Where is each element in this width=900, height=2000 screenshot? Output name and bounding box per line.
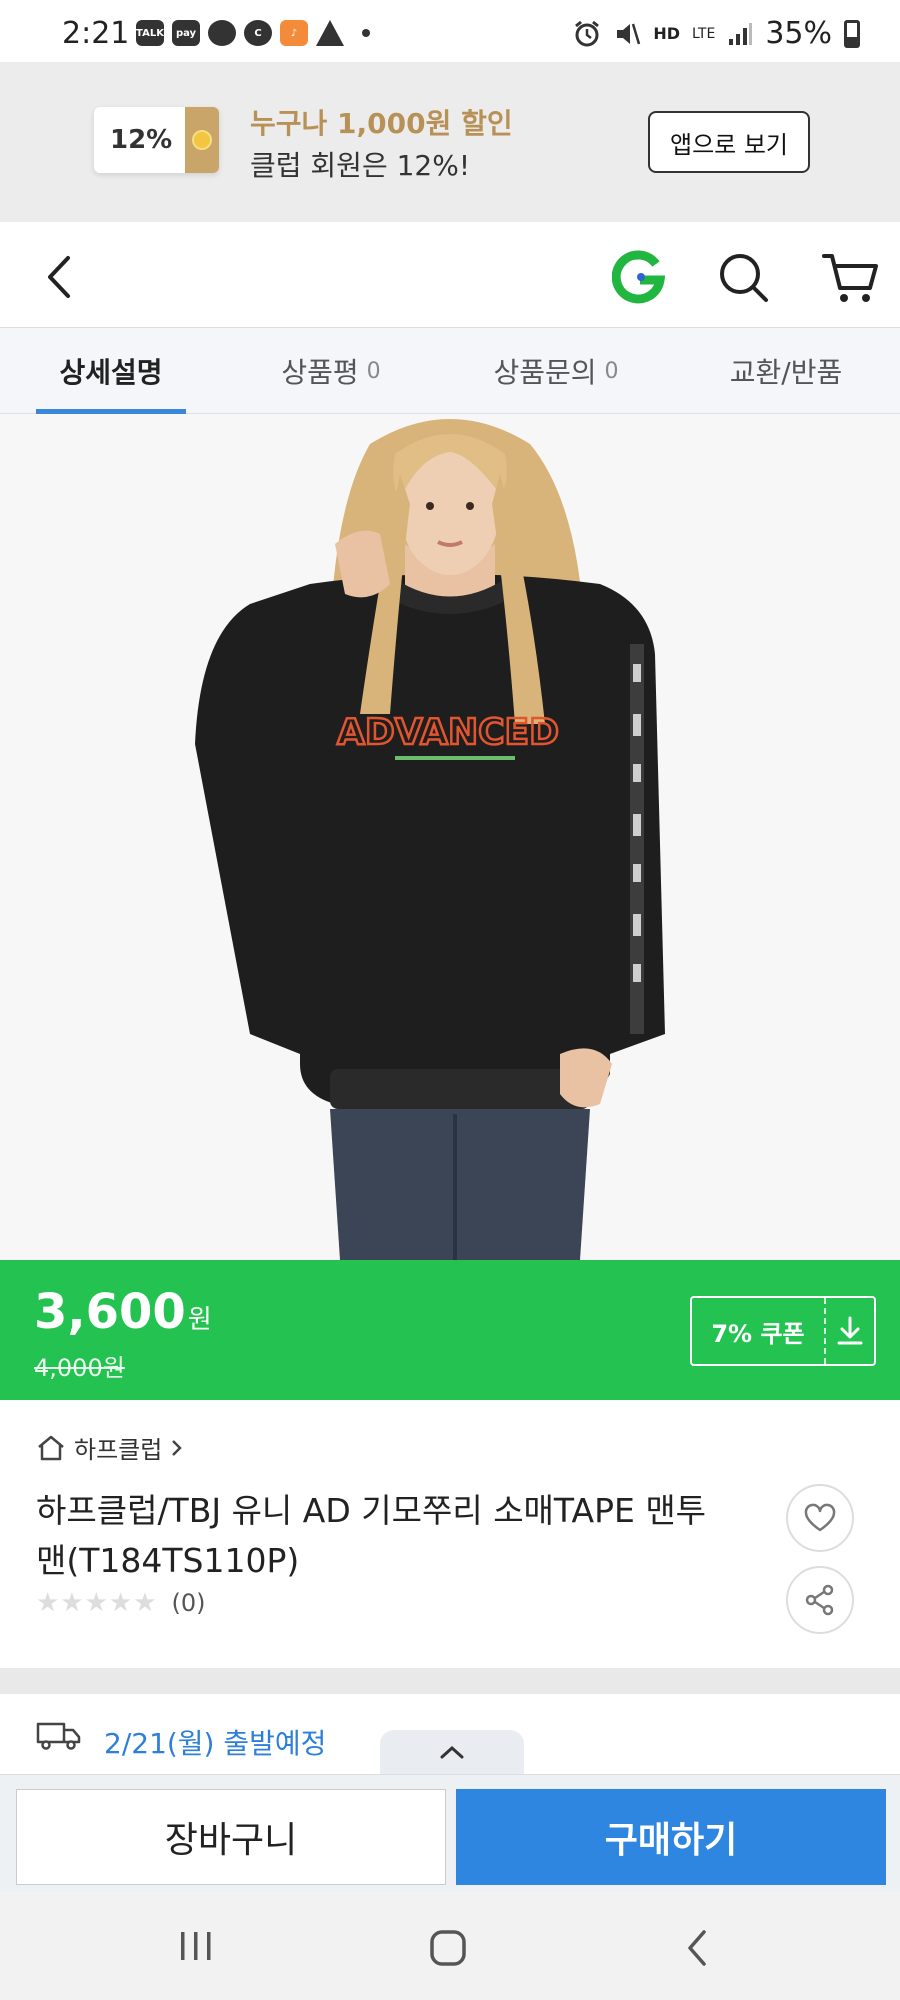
club-badge-percent: 12% <box>110 125 173 155</box>
heart-icon <box>804 1503 836 1532</box>
price-bar: 3,600원 4,000원 7% 쿠폰 <box>0 1260 900 1400</box>
cart-icon[interactable] <box>822 250 878 306</box>
product-tabs: 상세설명 상품평 0 상품문의 0 교환/반품 <box>0 328 900 414</box>
collapse-toggle[interactable] <box>380 1730 524 1774</box>
chevron-right-icon <box>172 1439 183 1456</box>
coin-icon <box>185 107 219 173</box>
tab-exchange-return[interactable]: 교환/반품 <box>672 328 900 414</box>
tiktok-icon: ♪ <box>280 20 308 46</box>
share-icon <box>805 1584 834 1616</box>
truck-icon <box>36 1722 81 1750</box>
search-icon[interactable] <box>716 250 770 304</box>
coupon-label: 7% 쿠폰 <box>711 1319 805 1348</box>
recent-apps-icon[interactable] <box>178 1930 214 1962</box>
c-icon: C <box>244 20 272 46</box>
alarm-icon <box>575 20 600 46</box>
product-title: 하프클럽/TBJ 유니 AD 기모쭈리 소매TAPE 맨투맨(T184TS110… <box>36 1491 707 1580</box>
mute-icon <box>617 23 641 44</box>
product-image[interactable]: ADVANCED <box>0 414 900 1260</box>
price-value: 3,600 <box>34 1284 186 1340</box>
status-time: 2:21 <box>62 16 130 51</box>
home-button-icon[interactable] <box>428 1928 468 1968</box>
promo-banner[interactable]: 12% 누구나 1,000원 할인 클럽 회원은 12%! 앱으로 보기 <box>0 62 900 222</box>
tab-label: 상품평 <box>281 356 359 389</box>
original-price: 4,000원 <box>34 1354 125 1382</box>
club-badge: 12% <box>94 107 219 173</box>
battery-icon <box>844 19 860 48</box>
system-indicators: HD LTE 35% <box>573 16 860 51</box>
gmarket-logo-icon[interactable] <box>612 250 666 304</box>
rating[interactable]: ★★★★★ (0) <box>36 1588 206 1618</box>
home-icon <box>38 1435 64 1460</box>
tab-detail[interactable]: 상세설명 <box>0 328 222 414</box>
warning-icon <box>316 20 344 46</box>
tab-label: 상품문의 <box>493 356 597 389</box>
promo-headline: 누구나 1,000원 할인 <box>250 107 513 140</box>
lte-icon: LTE <box>692 25 716 42</box>
section-divider <box>0 1668 900 1694</box>
rating-stars: ★★★★★ <box>36 1588 158 1618</box>
wishlist-button[interactable] <box>786 1484 854 1552</box>
promo-subline: 클럽 회원은 12%! <box>250 149 471 182</box>
coupon-button[interactable]: 7% 쿠폰 <box>690 1296 876 1366</box>
shirt-print-text: ADVANCED <box>337 712 559 753</box>
back-button-icon[interactable] <box>682 1928 712 1968</box>
tab-reviews[interactable]: 상품평 0 <box>222 328 440 414</box>
price-unit: 원 <box>187 1305 212 1335</box>
tab-inquiries[interactable]: 상품문의 0 <box>440 328 672 414</box>
tab-count: 0 <box>604 358 619 384</box>
chevron-up-icon <box>440 1745 464 1759</box>
tab-label: 상세설명 <box>59 356 163 389</box>
system-nav-bar <box>0 1892 900 2000</box>
store-link[interactable]: 하프클럽 <box>36 1430 184 1465</box>
share-button[interactable] <box>786 1566 854 1634</box>
talk-icon: TALK <box>136 20 164 46</box>
chat-bubble-icon <box>208 20 236 46</box>
add-to-cart-button[interactable]: 장바구니 <box>16 1789 446 1885</box>
store-name: 하프클럽 <box>74 1436 163 1464</box>
dot-icon <box>362 29 370 37</box>
back-icon[interactable] <box>36 252 86 302</box>
open-app-button[interactable]: 앱으로 보기 <box>648 111 810 173</box>
top-nav <box>0 222 900 328</box>
buy-now-button[interactable]: 구매하기 <box>456 1789 886 1885</box>
status-bar: 2:21 TALK pay C ♪ HD LTE 35% <box>0 0 900 62</box>
signal-icon <box>729 22 753 45</box>
notification-icons: TALK pay C ♪ <box>136 20 370 46</box>
bottom-action-bar: 장바구니 구매하기 <box>0 1774 900 1892</box>
current-price: 3,600원 <box>34 1284 212 1340</box>
tab-label: 교환/반품 <box>729 356 843 389</box>
review-count: (0) <box>171 1589 206 1617</box>
hd-voice-icon: HD <box>653 24 681 43</box>
shipping-date: 2/21(월) 출발예정 <box>104 1727 327 1760</box>
tab-count: 0 <box>366 358 381 384</box>
pay-icon: pay <box>172 20 200 46</box>
model-illustration: ADVANCED <box>0 414 900 1260</box>
download-icon <box>826 1316 874 1346</box>
product-info: 하프클럽 하프클럽/TBJ 유니 AD 기모쭈리 소매TAPE 맨투맨(T184… <box>0 1400 900 1668</box>
battery-percent: 35% <box>765 16 832 51</box>
